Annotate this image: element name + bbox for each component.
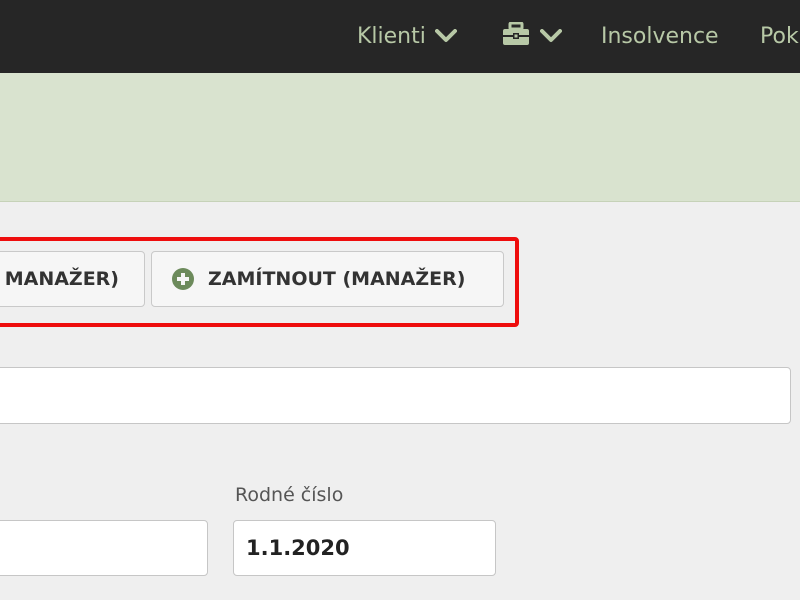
info-banner [0,73,800,202]
nav-menu-toolbox[interactable] [502,0,562,73]
plus-circle-icon [172,268,194,290]
top-navbar: Klienti Insolvence Pok [0,0,800,73]
nav-menu-klienti[interactable]: Klienti [357,0,457,73]
nav-link-insolvence[interactable]: Insolvence [601,0,719,73]
chevron-down-icon [434,24,457,49]
text-field[interactable] [0,367,791,424]
rodne-cislo-input[interactable]: 1.1.2020 [233,520,496,576]
nav-menu-klienti-label: Klienti [357,24,426,49]
reject-manager-button[interactable]: ZAMÍTNOUT (MANAŽER) [151,251,504,307]
reject-manager-button-label: ZAMÍTNOUT (MANAŽER) [208,268,466,290]
approve-manager-button[interactable]: MANAŽER) [0,251,145,307]
approve-manager-button-label: MANAŽER) [4,268,119,290]
chevron-down-icon [540,24,562,49]
nav-link-overflow[interactable]: Pok [760,0,799,73]
date-field[interactable] [0,520,208,576]
toolbox-icon [502,21,530,52]
rodne-cislo-label: Rodné číslo [235,484,344,506]
